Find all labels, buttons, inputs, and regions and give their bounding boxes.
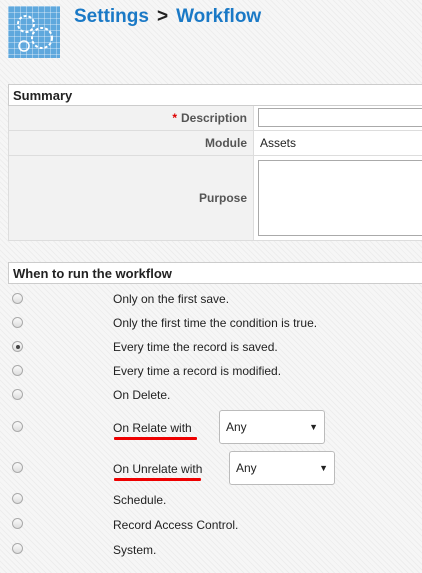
relate-module-select[interactable]: Any ▼ xyxy=(219,410,325,444)
unrelate-module-select[interactable]: Any ▼ xyxy=(229,451,335,485)
purpose-row: Purpose xyxy=(8,156,422,241)
option-first-save-label: Only on the first save. xyxy=(113,292,230,306)
radio-first-time-condition[interactable] xyxy=(12,317,23,328)
description-label: * Description xyxy=(9,106,254,130)
summary-header: Summary xyxy=(8,84,422,106)
required-marker: * xyxy=(172,111,177,125)
breadcrumb-settings[interactable]: Settings xyxy=(74,6,149,27)
dropdown-arrow-icon: ▼ xyxy=(309,422,318,432)
description-row: * Description xyxy=(8,106,422,131)
module-label: Module xyxy=(9,131,254,155)
when-to-run-header: When to run the workflow xyxy=(8,262,422,284)
dropdown-arrow-icon: ▼ xyxy=(319,463,328,473)
relate-highlight-underline xyxy=(114,437,197,440)
option-record-access-control-label: Record Access Control. xyxy=(113,518,239,532)
radio-every-save[interactable] xyxy=(12,341,23,352)
option-on-relate-label: On Relate with xyxy=(113,421,192,435)
radio-on-relate[interactable] xyxy=(12,421,23,432)
page-title: Settings > Workflow xyxy=(74,6,261,28)
radio-system[interactable] xyxy=(12,543,23,554)
option-on-unrelate-label: On Unrelate with xyxy=(113,462,203,476)
workflow-logo-icon xyxy=(8,6,60,58)
radio-record-access-control[interactable] xyxy=(12,518,23,529)
option-every-save-label: Every time the record is saved. xyxy=(113,340,278,354)
option-first-time-condition-label: Only the first time the condition is tru… xyxy=(113,316,318,330)
option-every-modify-label: Every time a record is modified. xyxy=(113,364,282,378)
purpose-field[interactable] xyxy=(258,160,422,236)
radio-first-save[interactable] xyxy=(12,293,23,304)
option-system-label: System. xyxy=(113,543,157,557)
description-field[interactable] xyxy=(258,108,422,127)
option-schedule-label: Schedule. xyxy=(113,493,167,507)
module-value: Assets xyxy=(260,136,297,150)
purpose-label: Purpose xyxy=(9,156,254,240)
module-row: Module Assets xyxy=(8,131,422,156)
radio-on-unrelate[interactable] xyxy=(12,462,23,473)
radio-every-modify[interactable] xyxy=(12,365,23,376)
breadcrumb-separator: > xyxy=(156,6,169,27)
radio-on-delete[interactable] xyxy=(12,389,23,400)
unrelate-highlight-underline xyxy=(114,478,201,481)
option-on-delete-label: On Delete. xyxy=(113,388,171,402)
radio-schedule[interactable] xyxy=(12,493,23,504)
breadcrumb-workflow: Workflow xyxy=(176,6,262,27)
